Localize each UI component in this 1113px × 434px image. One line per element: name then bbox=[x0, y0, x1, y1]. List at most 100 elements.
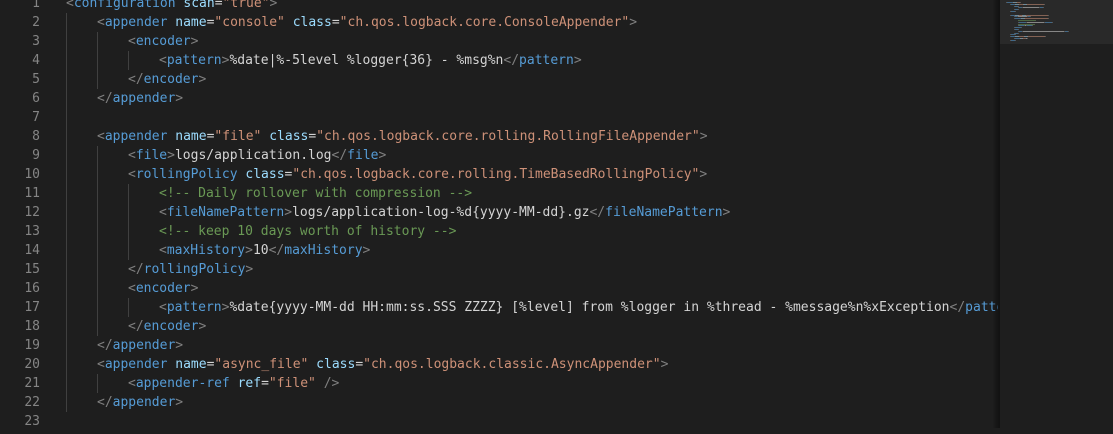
code-line[interactable]: 19 </appender> bbox=[0, 336, 998, 355]
xml-tag-name: appender bbox=[104, 129, 168, 144]
code-line[interactable]: 11 <!-- Daily rollover with compression -… bbox=[0, 184, 998, 203]
line-number: 7 bbox=[32, 110, 40, 125]
indent-guide bbox=[97, 32, 98, 51]
indent-guide bbox=[97, 203, 98, 222]
code-line[interactable]: 15 </rollingPolicy> bbox=[0, 260, 998, 279]
minimap-token bbox=[1023, 30, 1064, 32]
xml-attribute-value: "ch.qos.logback.core.rolling.TimeBasedRo… bbox=[292, 167, 700, 182]
code-line[interactable]: 12 <fileNamePattern>logs/application-log-… bbox=[0, 203, 998, 222]
minimap-token bbox=[1052, 21, 1053, 23]
xml-punctuation: > bbox=[175, 338, 184, 353]
indent-guide bbox=[66, 298, 67, 317]
xml-punctuation: > bbox=[699, 167, 708, 182]
code-line[interactable]: 5 </encoder> bbox=[0, 70, 998, 89]
line-code: <configuration scan="true"> bbox=[66, 0, 277, 13]
xml-punctuation: < bbox=[159, 243, 167, 258]
code-line[interactable]: 7 bbox=[0, 108, 998, 127]
xml-punctuation: < bbox=[97, 357, 105, 372]
line-code: <pattern>%date{yyyy-MM-dd HH:mm:ss.SSS Z… bbox=[159, 298, 998, 317]
indent-guide bbox=[66, 393, 67, 412]
xml-tag-name: pattern bbox=[166, 300, 222, 315]
code-line[interactable]: 23 bbox=[0, 412, 998, 431]
line-code: </encoder> bbox=[128, 317, 206, 336]
xml-comment: <!-- Daily rollover with compression --> bbox=[159, 186, 473, 201]
code-line[interactable]: 18 </encoder> bbox=[0, 317, 998, 336]
line-number: 10 bbox=[24, 167, 40, 182]
xml-attribute-value: "ch.qos.logback.core.rolling.RollingFile… bbox=[316, 129, 700, 144]
code-line[interactable]: 20 <appender name="async_file" class="ch.… bbox=[0, 355, 998, 374]
code-line[interactable]: 9 <file>logs/application.log</file> bbox=[0, 146, 998, 165]
xml-equals: = bbox=[331, 15, 340, 30]
line-code: </rollingPolicy> bbox=[128, 260, 253, 279]
code-line[interactable]: 16 <encoder> bbox=[0, 279, 998, 298]
code-line[interactable]: 6 </appender> bbox=[0, 89, 998, 108]
xml-punctuation: > bbox=[190, 34, 199, 49]
minimap-token bbox=[1018, 9, 1019, 11]
xml-text: 10 bbox=[252, 243, 269, 258]
code-editor[interactable]: 1 <configuration scan="true"> 2 <appender n… bbox=[0, 0, 998, 434]
code-line[interactable]: 14 <maxHistory>10</maxHistory> bbox=[0, 241, 998, 260]
indent-guide bbox=[128, 51, 129, 70]
xml-punctuation: > bbox=[269, 0, 278, 11]
code-line[interactable]: 1 <configuration scan="true"> bbox=[0, 0, 998, 13]
line-number: 11 bbox=[24, 186, 40, 201]
xml-punctuation: > bbox=[167, 148, 175, 163]
line-code: <pattern>%date|%-5level %logger{36} - %m… bbox=[159, 51, 582, 70]
xml-text: logs/application.log bbox=[174, 148, 332, 163]
xml-attribute-value: "file" bbox=[268, 376, 316, 391]
xml-punctuation: > bbox=[284, 205, 293, 220]
minimap-token bbox=[1032, 25, 1033, 27]
code-line[interactable]: 17 <pattern>%date{yyyy-MM-dd HH:mm:ss.SSS… bbox=[0, 298, 998, 317]
minimap-token bbox=[1027, 3, 1044, 5]
indent-guide bbox=[66, 146, 67, 165]
xml-tag-name: appender bbox=[104, 15, 168, 30]
xml-text: %date|%-5level %logger{36} - %msg%n bbox=[229, 53, 504, 68]
xml-punctuation: > bbox=[175, 395, 184, 410]
line-number: 9 bbox=[32, 148, 40, 163]
xml-equals: = bbox=[308, 129, 317, 144]
line-code: <appender-ref ref="file" /> bbox=[128, 374, 339, 393]
xml-punctuation: < bbox=[66, 0, 74, 11]
xml-punctuation: </ bbox=[331, 148, 348, 163]
line-number: 14 bbox=[24, 243, 40, 258]
xml-tag-name: pattern bbox=[519, 53, 574, 68]
line-code: <rollingPolicy class="ch.qos.logback.cor… bbox=[128, 165, 707, 184]
line-code: <fileNamePattern>logs/application-log-%d… bbox=[159, 203, 730, 222]
xml-tag-name: encoder bbox=[143, 319, 199, 334]
minimap-token bbox=[1068, 30, 1069, 32]
line-code: </appender> bbox=[97, 336, 183, 355]
xml-punctuation: < bbox=[159, 300, 167, 315]
code-line[interactable]: 8 <appender name="file" class="ch.qos.log… bbox=[0, 127, 998, 146]
code-line[interactable]: 22 </appender> bbox=[0, 393, 998, 412]
indent-guide bbox=[66, 355, 67, 374]
code-line[interactable]: 21 <appender-ref ref="file" /> bbox=[0, 374, 998, 393]
line-number: 8 bbox=[32, 129, 40, 144]
xml-punctuation: </ bbox=[97, 91, 113, 106]
line-code: <appender name="file" class="ch.qos.logb… bbox=[97, 127, 708, 146]
indent-guide bbox=[97, 165, 98, 184]
code-line[interactable]: 2 <appender name="console" class="ch.qos.… bbox=[0, 13, 998, 32]
xml-punctuation: > bbox=[245, 262, 254, 277]
xml-attribute-name: scan bbox=[183, 0, 215, 11]
indent-guide bbox=[128, 184, 129, 203]
xml-attribute-name: class bbox=[269, 129, 309, 144]
xml-attribute-value: "file" bbox=[214, 129, 262, 144]
xml-tag-name: maxHistory bbox=[166, 243, 246, 258]
xml-tag-name: configuration bbox=[73, 0, 176, 11]
xml-text bbox=[308, 357, 316, 372]
code-line[interactable]: 4 <pattern>%date|%-5level %logger{36} - %… bbox=[0, 51, 998, 70]
code-line[interactable]: 3 <encoder> bbox=[0, 32, 998, 51]
indent-guide bbox=[66, 32, 67, 51]
indent-guide bbox=[66, 51, 67, 70]
xml-tag-name: appender bbox=[104, 357, 168, 372]
line-number: 13 bbox=[24, 224, 40, 239]
indent-guide bbox=[128, 203, 129, 222]
xml-punctuation: < bbox=[128, 376, 136, 391]
minimap-token bbox=[1048, 14, 1049, 16]
indent-guide bbox=[66, 336, 67, 355]
xml-tag-name: fileNamePattern bbox=[605, 205, 723, 220]
minimap[interactable] bbox=[1000, 0, 1113, 428]
code-line[interactable]: 13 <!-- keep 10 days worth of history --> bbox=[0, 222, 998, 241]
xml-tag-name: appender bbox=[112, 395, 176, 410]
code-line[interactable]: 10 <rollingPolicy class="ch.qos.logback.c… bbox=[0, 165, 998, 184]
